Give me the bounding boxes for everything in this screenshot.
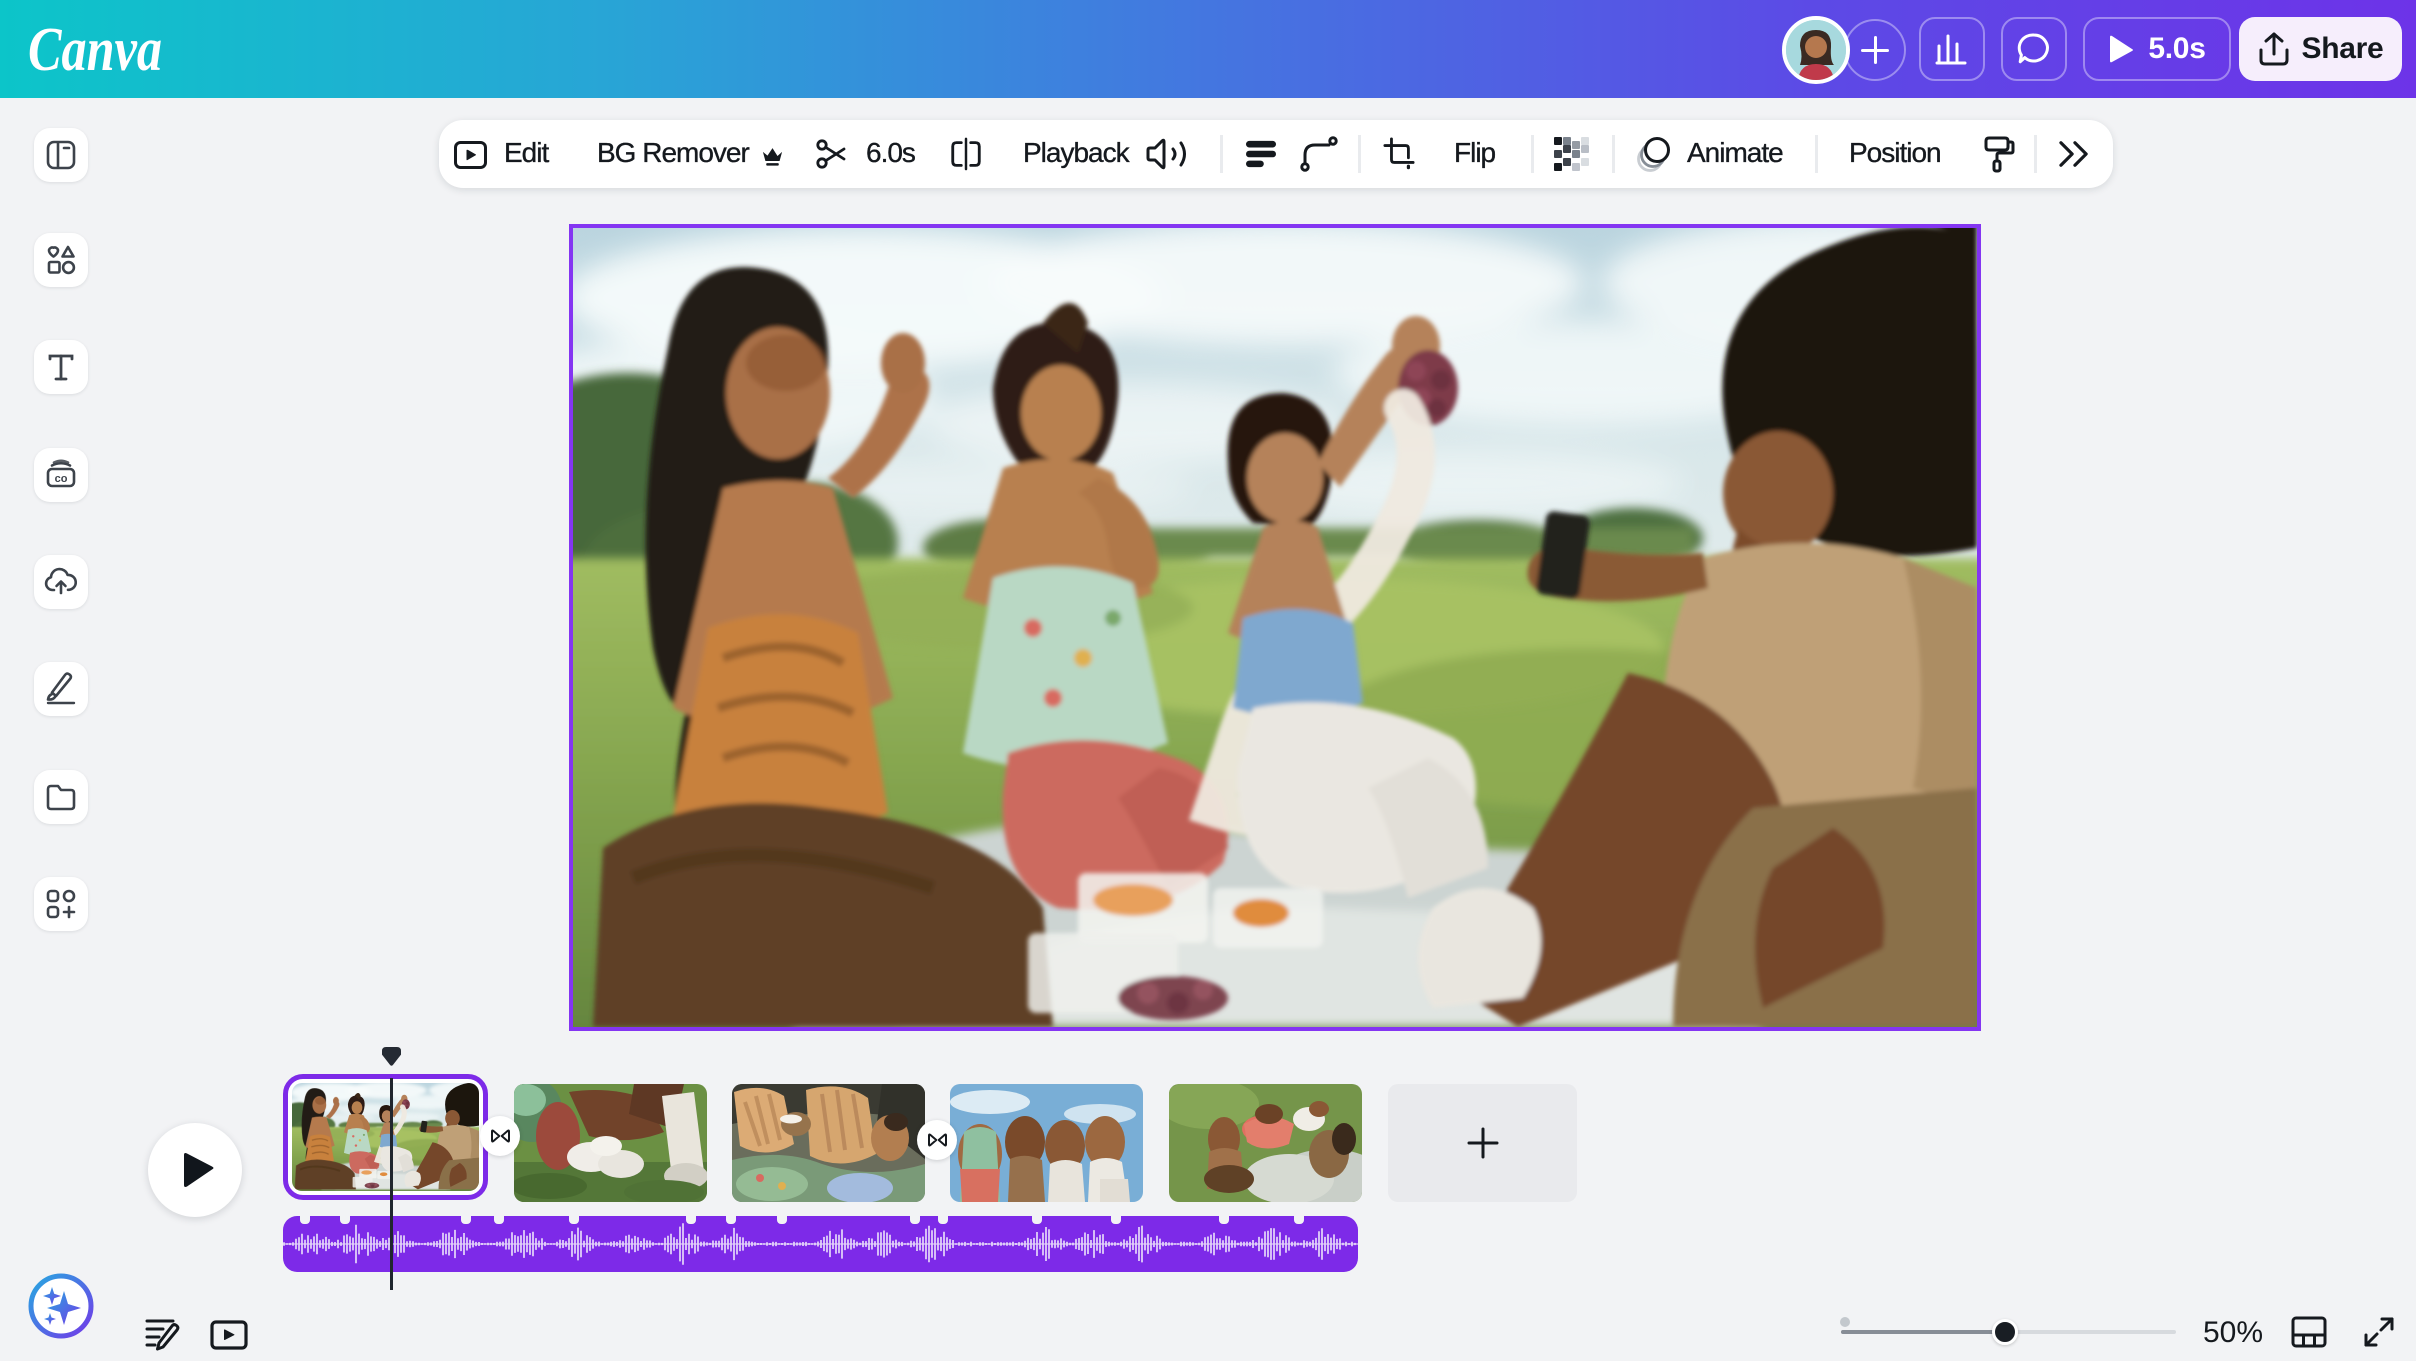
svg-text:co: co [55, 473, 68, 485]
svg-text:Canva: Canva [28, 16, 162, 84]
